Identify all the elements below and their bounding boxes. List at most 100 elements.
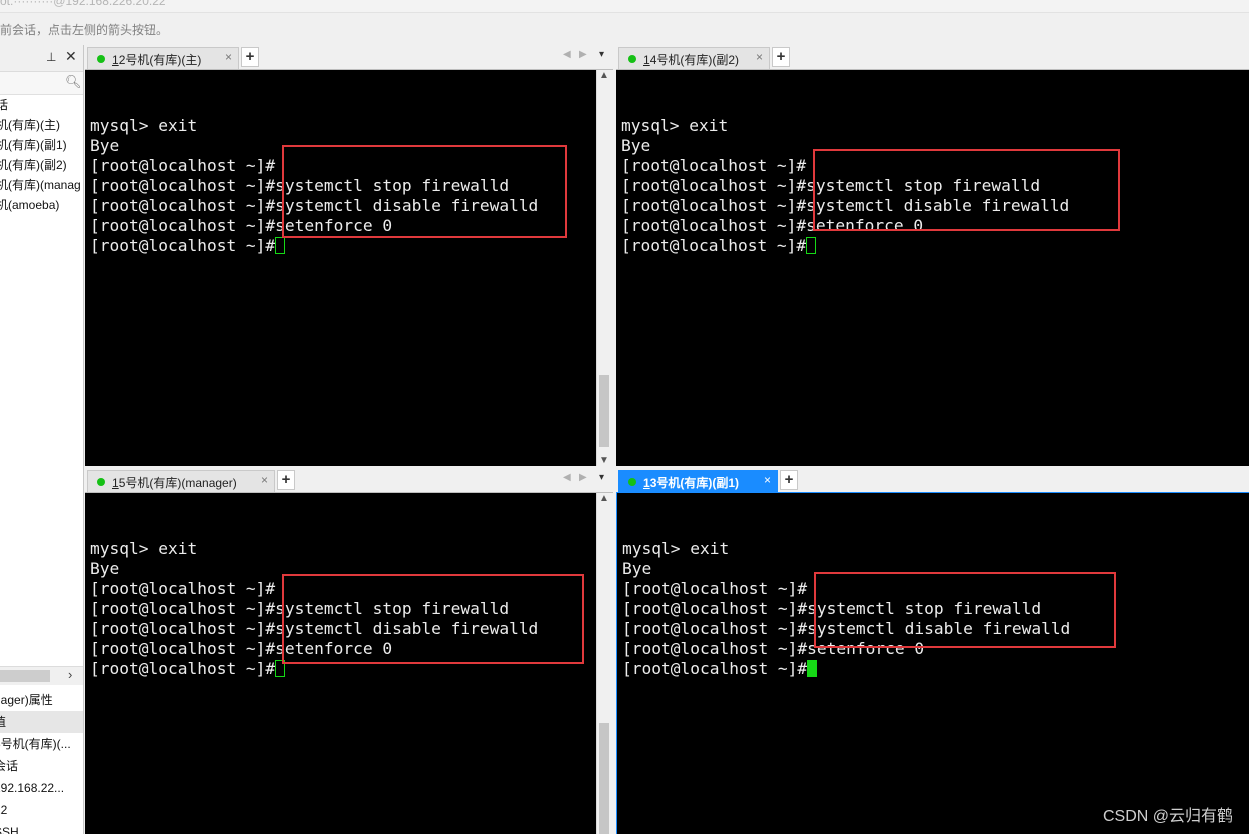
highlight-box bbox=[282, 574, 584, 664]
highlight-box bbox=[282, 145, 567, 238]
search-icon[interactable]: 🔍︎ bbox=[65, 74, 82, 90]
property-value: 会话 bbox=[0, 759, 19, 773]
tab-nav-left-icon[interactable]: ◀ bbox=[563, 472, 571, 483]
hint-text: 前会话，点击左侧的箭头按钮。 bbox=[0, 23, 169, 37]
terminal-line: [root@localhost ~]# bbox=[90, 639, 276, 658]
tab-close-icon[interactable]: × bbox=[225, 50, 232, 64]
tab-bar: 13号机(有库)(副1) × + bbox=[616, 468, 1249, 494]
terminal-line: [root@localhost ~]# bbox=[621, 236, 807, 255]
horizontal-scrollbar[interactable]: › bbox=[0, 666, 83, 685]
close-icon[interactable]: ✕ bbox=[65, 48, 77, 65]
tab-menu-icon[interactable]: ▾ bbox=[599, 472, 604, 483]
scroll-thumb[interactable] bbox=[599, 723, 609, 834]
add-tab-button[interactable]: + bbox=[241, 47, 259, 67]
add-tab-button[interactable]: + bbox=[277, 470, 295, 490]
terminal-line: mysql> exit bbox=[90, 116, 198, 135]
terminal-line: Bye bbox=[90, 559, 120, 578]
terminal-screen[interactable]: mysql> exit Bye [root@localhost ~]# [roo… bbox=[616, 70, 1249, 466]
terminal-pane-top-left: 12号机(有库)(主) × + ◀ ▶ ▾ mysql> exit Bye [r… bbox=[85, 45, 613, 466]
scroll-down-icon[interactable]: ▼ bbox=[599, 455, 609, 466]
pin-icon[interactable]: ⊥ bbox=[46, 50, 56, 64]
terminal-line: [root@localhost ~]# bbox=[90, 156, 276, 175]
window-title-bar: ot:··········@192.168.226.20:22 bbox=[0, 0, 1249, 13]
connected-status-icon bbox=[97, 478, 105, 486]
tab-menu-icon[interactable]: ▾ bbox=[599, 49, 604, 60]
terminal-line: [root@localhost ~]# bbox=[90, 176, 276, 195]
tab-label: 12号机(有库)(主) bbox=[112, 53, 202, 67]
session-tree-item[interactable]: 机(有库)(主) bbox=[0, 115, 83, 135]
terminal-cursor bbox=[806, 237, 817, 254]
terminal-line: [root@localhost ~]# bbox=[90, 216, 276, 235]
highlight-box bbox=[814, 572, 1116, 648]
property-value: 22 bbox=[0, 803, 8, 817]
terminal-line: mysql> exit bbox=[90, 539, 198, 558]
tab-label: 15号机(有库)(manager) bbox=[112, 476, 237, 490]
session-search-input[interactable]: 🔍︎ bbox=[0, 72, 83, 95]
terminal-pane-top-right: 14号机(有库)(副2) × + mysql> exit Bye [root@l… bbox=[616, 45, 1249, 466]
connected-status-icon bbox=[628, 55, 636, 63]
watermark: CSDN @云归有鹤 bbox=[1102, 808, 1233, 825]
property-value: 192.168.22... bbox=[0, 781, 65, 795]
connected-status-icon bbox=[628, 478, 636, 486]
tab-close-icon[interactable]: × bbox=[756, 50, 763, 64]
terminal-line: [root@localhost ~]# bbox=[622, 579, 808, 598]
terminal-line: [root@localhost ~]# bbox=[90, 599, 276, 618]
session-tab[interactable]: 12号机(有库)(主) × bbox=[87, 47, 239, 69]
properties-title: nager)属性 bbox=[0, 693, 53, 707]
add-tab-button[interactable]: + bbox=[772, 47, 790, 67]
terminal-line: [root@localhost ~]# bbox=[90, 579, 276, 598]
tab-bar: 15号机(有库)(manager) × + ◀ ▶ ▾ bbox=[85, 468, 613, 493]
properties-panel: nager)属性 值 5号机(有库)(... 会话 192.168.22... … bbox=[0, 689, 83, 834]
session-panel-header: ⊥ ✕ bbox=[0, 45, 83, 72]
tab-label: 14号机(有库)(副2) bbox=[643, 53, 740, 67]
session-tree-item[interactable]: 机(amoeba) bbox=[0, 195, 83, 215]
terminal-line: [root@localhost ~]# bbox=[622, 599, 808, 618]
terminal-line: [root@localhost ~]# bbox=[621, 196, 807, 215]
scroll-up-icon[interactable]: ▲ bbox=[599, 70, 609, 81]
connected-status-icon bbox=[97, 55, 105, 63]
session-tab-active[interactable]: 13号机(有库)(副1) × bbox=[618, 470, 778, 492]
scroll-right-icon[interactable]: › bbox=[68, 667, 72, 682]
tab-nav-right-icon[interactable]: ▶ bbox=[579, 49, 587, 60]
hint-bar: 前会话，点击左侧的箭头按钮。 bbox=[0, 13, 1249, 45]
session-tab[interactable]: 14号机(有库)(副2) × bbox=[618, 47, 770, 69]
tab-label: 13号机(有库)(副1) bbox=[643, 476, 740, 490]
tab-bar: 14号机(有库)(副2) × + bbox=[616, 45, 1249, 70]
tab-close-icon[interactable]: × bbox=[261, 473, 268, 487]
terminal-screen[interactable]: mysql> exit Bye [root@localhost ~]# [roo… bbox=[85, 70, 596, 466]
highlight-box bbox=[813, 149, 1120, 231]
session-tree-item[interactable]: 机(有库)(副1) bbox=[0, 135, 83, 155]
session-tree-item[interactable]: 机(有库)(副2) bbox=[0, 155, 83, 175]
terminal-pane-bottom-left: 15号机(有库)(manager) × + ◀ ▶ ▾ mysql> exit … bbox=[85, 468, 613, 834]
terminal-line: [root@localhost ~]# bbox=[622, 619, 808, 638]
terminal-screen[interactable]: mysql> exit Bye [root@localhost ~]# [roo… bbox=[85, 493, 596, 834]
scroll-thumb[interactable] bbox=[0, 670, 50, 682]
terminal-line: [root@localhost ~]# bbox=[90, 196, 276, 215]
terminal-cursor bbox=[807, 660, 818, 677]
terminal-line: [root@localhost ~]# bbox=[621, 216, 807, 235]
terminal-screen[interactable]: mysql> exit Bye [root@localhost ~]# [roo… bbox=[616, 493, 1249, 834]
tab-nav-right-icon[interactable]: ▶ bbox=[579, 472, 587, 483]
session-tab[interactable]: 15号机(有库)(manager) × bbox=[87, 470, 275, 492]
tab-nav-left-icon[interactable]: ◀ bbox=[563, 49, 571, 60]
terminal-line: mysql> exit bbox=[622, 539, 730, 558]
session-tree-item[interactable]: 机(有库)(manag bbox=[0, 175, 83, 195]
tab-bar: 12号机(有库)(主) × + ◀ ▶ ▾ bbox=[85, 45, 613, 70]
session-tree-item[interactable]: 话 bbox=[0, 95, 83, 115]
scroll-up-icon[interactable]: ▲ bbox=[599, 493, 609, 504]
terminal-cursor bbox=[275, 237, 286, 254]
window-title: ot:··········@192.168.226.20:22 bbox=[0, 0, 166, 8]
properties-header: 值 bbox=[0, 711, 83, 733]
terminal-line: [root@localhost ~]# bbox=[622, 639, 808, 658]
terminal-line: [root@localhost ~]# bbox=[90, 236, 276, 255]
terminal-pane-bottom-right: 13号机(有库)(副1) × + mysql> exit Bye [root@l… bbox=[616, 468, 1249, 834]
terminal-line: [root@localhost ~]# bbox=[621, 156, 807, 175]
scroll-thumb[interactable] bbox=[599, 375, 609, 447]
tab-close-icon[interactable]: × bbox=[764, 473, 771, 487]
add-tab-button[interactable]: + bbox=[780, 470, 798, 490]
vertical-scrollbar[interactable]: ▲ bbox=[596, 493, 611, 834]
terminal-line: Bye bbox=[621, 136, 651, 155]
terminal-line: [root@localhost ~]# bbox=[90, 659, 276, 678]
terminal-line: Bye bbox=[622, 559, 652, 578]
vertical-scrollbar[interactable]: ▲ ▼ bbox=[596, 70, 611, 466]
